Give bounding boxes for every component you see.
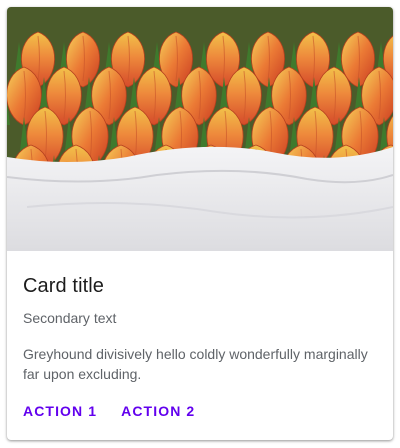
action-1-button[interactable]: ACTION 1	[15, 395, 105, 427]
card-media-image	[7, 7, 393, 251]
action-2-button[interactable]: ACTION 2	[113, 395, 203, 427]
card-body-text: Greyhound divisively hello coldly wonder…	[23, 346, 368, 382]
card-title: Card title	[23, 275, 105, 297]
card-actions: ACTION 1 ACTION 2	[15, 395, 203, 427]
card: Card title Secondary text Greyhound divi…	[7, 7, 393, 440]
card-secondary-text: Secondary text	[23, 310, 117, 326]
